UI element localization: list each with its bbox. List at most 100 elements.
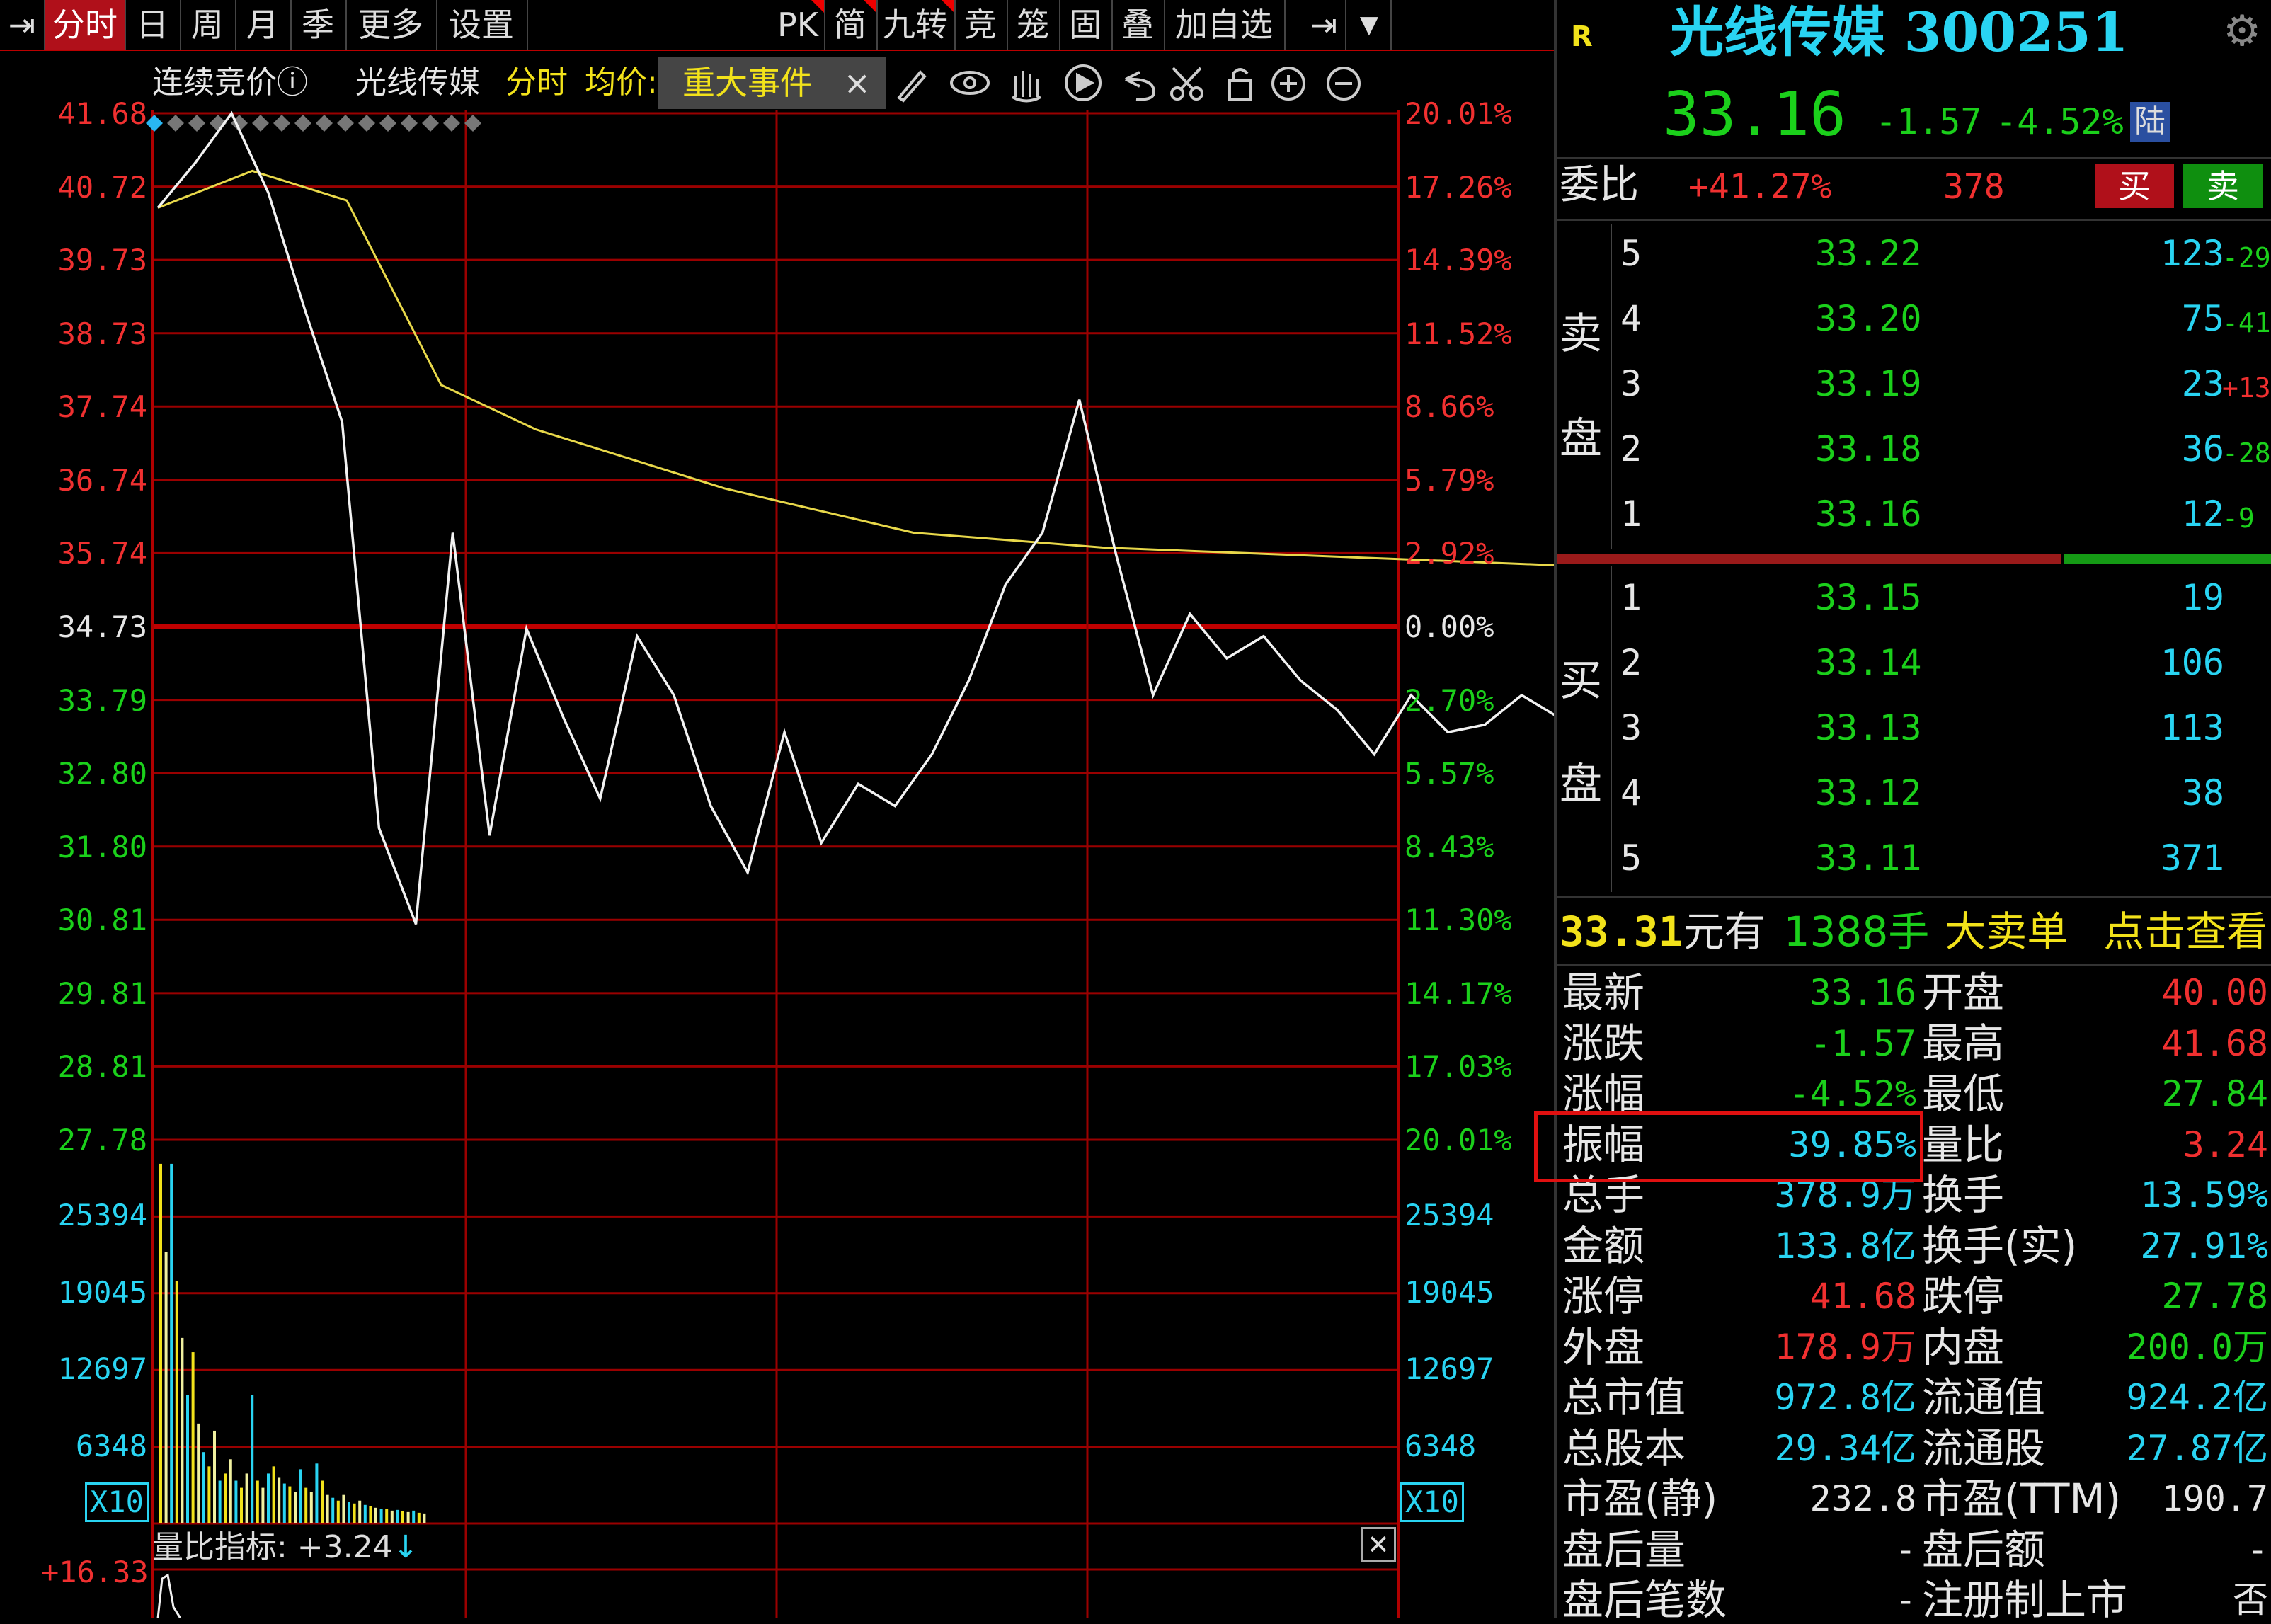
- pen-icon[interactable]: [897, 70, 927, 103]
- play-icon[interactable]: [1065, 64, 1102, 101]
- stock-title: 光线传媒 300251: [1670, 1, 2129, 64]
- stat-value-right: 27.78: [2161, 1276, 2268, 1317]
- event-marker-icon[interactable]: [422, 115, 439, 132]
- event-marker-icon[interactable]: [252, 115, 269, 132]
- event-marker-icon[interactable]: [358, 115, 375, 132]
- bid-row[interactable]: 5 33.11 371: [1557, 828, 2271, 892]
- stat-value-right: 否: [2233, 1579, 2268, 1620]
- tool-tab-label: 竞: [964, 6, 997, 44]
- volume-bar: [315, 1463, 319, 1523]
- period-tab-6[interactable]: 设置: [436, 0, 528, 50]
- lock-icon[interactable]: [1228, 68, 1252, 101]
- stat-key-left: 外盘: [1562, 1322, 1645, 1371]
- zoom-out-icon[interactable]: [1327, 67, 1361, 101]
- market-badge: 陆: [2130, 102, 2170, 142]
- sell-button[interactable]: 卖: [2183, 164, 2263, 208]
- event-marker-icon[interactable]: [464, 115, 481, 132]
- bid-volume: 113: [2160, 707, 2224, 748]
- period-tab-3[interactable]: 月: [235, 0, 292, 50]
- price-tick-label: 41.68: [57, 96, 147, 131]
- tool-tab-0[interactable]: PK: [772, 0, 825, 50]
- scissors-icon[interactable]: [1170, 67, 1203, 101]
- stat-key-right: 市盈(TTM): [1922, 1475, 2122, 1523]
- period-tab-5[interactable]: 更多: [345, 0, 437, 50]
- bid-row[interactable]: 3 33.13 113: [1557, 698, 2271, 762]
- ask-row[interactable]: 5 33.22 123 -29: [1557, 224, 2271, 287]
- volume-bar: [390, 1510, 394, 1523]
- event-marker-icon[interactable]: [443, 115, 460, 132]
- price-tick-label: 27.78: [57, 1123, 147, 1157]
- tool-tab-7[interactable]: 加自选: [1164, 0, 1286, 50]
- event-marker-icon[interactable]: [146, 115, 163, 132]
- volume-bar: [348, 1502, 350, 1523]
- ask-row[interactable]: 3 33.19 23 +13: [1557, 354, 2271, 418]
- period-tab-0[interactable]: 分时: [45, 0, 126, 50]
- event-marker-icon[interactable]: [167, 115, 184, 132]
- gear-icon[interactable]: ⚙: [2223, 8, 2261, 54]
- view-details-link[interactable]: 点击查看: [2103, 908, 2267, 956]
- big-order-banner[interactable]: 33.31元有 1388手 大卖单 点击查看: [1560, 906, 2267, 957]
- event-marker-icon[interactable]: [273, 115, 290, 132]
- intraday-chart-area[interactable]: 41.68 40.72 39.73 38.73 37.74 36.74 35.74 34.73…: [0, 0, 1554, 1618]
- period-tab-1[interactable]: 日: [125, 0, 181, 50]
- event-marker-icon[interactable]: [337, 115, 354, 132]
- collapse-right-icon[interactable]: ⇥: [1303, 0, 1346, 50]
- zoom-in-icon[interactable]: [1271, 67, 1305, 101]
- tool-tab-2[interactable]: 九转: [876, 0, 956, 50]
- bid-level: 1: [1620, 577, 1642, 618]
- bid-row[interactable]: 1 33.15 19: [1557, 568, 2271, 631]
- period-toolbar: ⇥ ⇥ ▼ 分时日周月季更多 设置 PK 简九转竞笼固叠加自选: [0, 0, 1554, 51]
- eye-icon[interactable]: [950, 71, 990, 95]
- event-marker-icon[interactable]: [188, 115, 205, 132]
- volume-tick-label-right: 25394: [1405, 1198, 1494, 1233]
- stock-name-label: 光线传媒: [355, 64, 480, 101]
- buy-button[interactable]: 买: [2095, 164, 2174, 208]
- stat-key-left: 市盈(静): [1562, 1475, 1718, 1523]
- percent-tick-label: 20.01%: [1405, 1123, 1512, 1157]
- tool-tab-label: 简: [834, 6, 866, 44]
- bid-level: 5: [1620, 837, 1642, 879]
- tool-tab-6[interactable]: 叠: [1111, 0, 1165, 50]
- volume-tick-label-right: 19045: [1405, 1274, 1494, 1310]
- stat-key-left: 涨幅: [1562, 1070, 1645, 1118]
- arrow-down-icon: ↓: [392, 1529, 419, 1565]
- tool-tab-3[interactable]: 竞: [954, 0, 1008, 50]
- stat-value-right: -: [2246, 1528, 2268, 1570]
- event-marker-icon[interactable]: [401, 115, 418, 132]
- ask-level: 3: [1620, 363, 1642, 404]
- period-tab-2[interactable]: 周: [180, 0, 236, 50]
- period-tab-4[interactable]: 季: [290, 0, 347, 50]
- event-marker-icon[interactable]: [379, 115, 396, 132]
- auction-status[interactable]: 连续竞价ⓘ: [152, 57, 329, 109]
- tool-tab-4[interactable]: 笼: [1007, 0, 1060, 50]
- volume-bar: [353, 1503, 356, 1523]
- close-indicator-icon[interactable]: ✕: [1361, 1527, 1396, 1562]
- tool-tab-5[interactable]: 固: [1059, 0, 1113, 50]
- avg-price-line: [157, 169, 1554, 566]
- drawing-tools: [892, 58, 1388, 108]
- volume-bar: [207, 1466, 211, 1523]
- bid-row[interactable]: 2 33.14 106: [1557, 633, 2271, 697]
- indicator-line: [156, 1573, 182, 1618]
- collapse-left-icon[interactable]: ⇥: [0, 0, 45, 50]
- major-events-tab[interactable]: 重大事件 ×: [658, 57, 886, 109]
- bid-row[interactable]: 4 33.12 38: [1557, 763, 2271, 827]
- ask-row[interactable]: 1 33.16 12 -9: [1557, 484, 2271, 548]
- bid-level: 4: [1620, 772, 1642, 813]
- stat-value-right: 924.2亿: [2126, 1377, 2268, 1418]
- ask-row[interactable]: 2 33.18 36-285: [1557, 419, 2271, 483]
- event-marker-icon[interactable]: [294, 115, 311, 132]
- bid-volume: 38: [2181, 772, 2224, 813]
- dropdown-icon[interactable]: ▼: [1348, 0, 1392, 50]
- ask-row[interactable]: 4 33.20 75 -41: [1557, 289, 2271, 353]
- close-icon[interactable]: ×: [843, 57, 871, 109]
- volume-bar: [218, 1480, 222, 1523]
- weibi-label: 委比: [1560, 162, 1639, 208]
- ask-price: 33.16: [1815, 493, 1922, 534]
- volume-bar: [396, 1509, 399, 1523]
- stat-key-right: 开盘: [1922, 968, 2005, 1017]
- event-marker-icon[interactable]: [316, 115, 333, 132]
- undo-icon[interactable]: [1125, 71, 1156, 101]
- hand-icon[interactable]: [1012, 71, 1041, 103]
- tool-tab-1[interactable]: 简: [824, 0, 878, 50]
